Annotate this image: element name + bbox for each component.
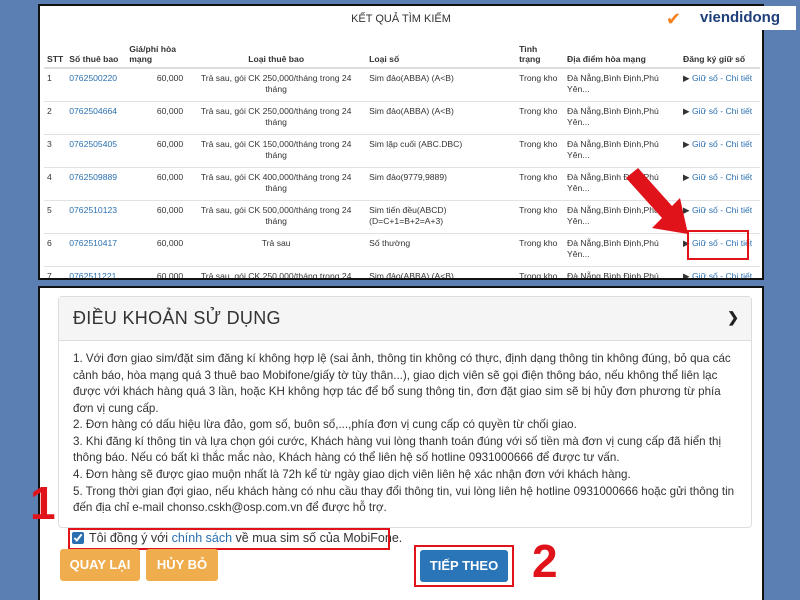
cell-phone[interactable]: 0762510123 (66, 199, 127, 233)
logo-mark-icon: ✔ (666, 9, 682, 30)
cell-status: Trong kho (516, 100, 565, 134)
cell-phone[interactable]: 0762511221 (66, 265, 127, 278)
register-link[interactable]: Giữ số - Chi tiết (692, 205, 752, 215)
red-arrow-icon (626, 168, 688, 234)
cell-phone[interactable]: 0762500220 (66, 67, 127, 101)
step-number-1: 1 (30, 477, 56, 529)
cell-location: Đà Nẵng,Bình Định,Phú Yên... (564, 133, 680, 167)
play-triangle-icon: ▶ (683, 105, 692, 116)
cell-type: Sim tiến đều(ABCD) (D=C+1=B+2=A+3) (366, 199, 517, 233)
table-row: 7 0762511221 60,000 Trả sau, gói CK 250,000… (44, 265, 760, 280)
table-row: 1 0762500220 60,000 Trả sau, gói CK 250,000… (44, 67, 760, 101)
terms-body: 1. Với đơn giao sim/đặt sim đăng kí khôn… (59, 341, 751, 527)
cell-phone[interactable]: 0762510417 (66, 232, 127, 266)
col-stt: STT (44, 34, 67, 69)
back-button[interactable]: QUAY LẠI (60, 549, 140, 581)
col-price: Giá/phí hòa mạng (126, 34, 187, 69)
highlight-register-box (687, 230, 749, 260)
cell-type: Sim đảo(ABBA) (A<B) (366, 67, 517, 101)
cell-phone[interactable]: 0762504664 (66, 100, 127, 134)
cell-location: Đà Nẵng,Bình Định,Phú Yên... (564, 100, 680, 134)
cell-status: Trong kho (516, 265, 565, 278)
cell-register: ▶ Giữ số - Chi tiết (680, 133, 760, 167)
cell-type: Số thường (366, 232, 517, 266)
cell-price: 60,000 (126, 67, 187, 101)
cell-register: ▶ Giữ số - Chi tiết (680, 100, 760, 134)
cell-stt: 4 (44, 166, 67, 200)
cell-status: Trong kho (516, 67, 565, 101)
col-register: Đăng ký giữ số (680, 34, 760, 69)
terms-title: ĐIỀU KHOẢN SỬ DỤNG (73, 308, 281, 328)
cell-type: Sim lặp cuối (ABC.DBC) (366, 133, 517, 167)
register-link[interactable]: Giữ số - Chi tiết (692, 139, 752, 149)
cancel-button[interactable]: HỦY BỎ (146, 549, 218, 581)
play-triangle-icon: ▶ (683, 73, 692, 83)
cell-type: Sim đảo(9779,9889) (366, 166, 517, 200)
col-phone: Số thuê bao (66, 34, 127, 69)
cell-price: 60,000 (126, 100, 187, 134)
cell-status: Trong kho (516, 232, 565, 266)
terms-card: ĐIỀU KHOẢN SỬ DỤNG ❯ 1. Với đơn giao sim… (58, 296, 752, 528)
table-row: 2 0762504664 60,000 Trả sau, gói CK 250,000… (44, 100, 760, 134)
cell-plan: Trả sau, gói CK 400,000/tháng trong 24 t… (186, 166, 367, 200)
register-link[interactable]: Giữ số - Chi tiết (692, 172, 752, 182)
cell-plan: Trả sau, gói CK 250,000/tháng trong 24 t… (186, 265, 367, 278)
cell-plan: Trả sau, gói CK 250,000/tháng trong 24 t… (186, 100, 367, 134)
play-triangle-icon: ▶ (683, 270, 692, 280)
cell-location: Đà Nẵng,Bình Định,Phú Yên... (564, 67, 680, 101)
cell-phone[interactable]: 0762505405 (66, 133, 127, 167)
cell-location: Đà Nẵng,Bình Định,Phú Yên... (564, 265, 680, 278)
cell-register: ▶ Giữ số - Chi tiết (680, 199, 760, 233)
terms-item: 5. Trong thời gian đợi giao, nếu khách h… (73, 484, 735, 515)
results-header-row: STT Số thuê bao Giá/phí hòa mạng Loại th… (44, 34, 760, 69)
play-triangle-icon: ▶ (683, 138, 692, 149)
register-link[interactable]: Giữ số - Chi tiết (692, 73, 752, 83)
terms-item: 2. Đơn hàng có dấu hiệu lừa đảo, gom số,… (73, 418, 577, 432)
terms-item: 3. Khi đăng kí thông tin và lựa chọn gói… (73, 434, 722, 465)
search-results-panel: KẾT QUẢ TÌM KIẾM STT Số thuê bao Giá/phí… (38, 4, 764, 280)
step-number-2: 2 (532, 535, 558, 587)
cell-type: Sim đảo(ABBA) (A<B) (366, 100, 517, 134)
terms-item: 1. Với đơn giao sim/đặt sim đăng kí khôn… (73, 352, 731, 415)
cell-register: ▶ Giữ số - Chi tiết (680, 166, 760, 200)
results-table: STT Số thuê bao Giá/phí hòa mạng Loại th… (44, 34, 760, 280)
results-title: KẾT QUẢ TÌM KIẾM (351, 13, 451, 25)
register-link[interactable]: Giữ số - Chi tiết (692, 106, 752, 116)
cell-register: ▶ Giữ số - Chi tiết (680, 67, 760, 101)
cell-price: 60,000 (126, 232, 187, 266)
cell-stt: 7 (44, 265, 67, 278)
cell-status: Trong kho (516, 199, 565, 233)
cell-type: Sim đảo(ABBA) (A<B) (366, 265, 517, 278)
col-status: Tình trạng (516, 34, 565, 69)
logo-text: viendidong (700, 9, 780, 26)
highlight-agree-box (68, 528, 390, 550)
cell-stt: 2 (44, 100, 67, 134)
cell-price: 60,000 (126, 265, 187, 278)
cell-stt: 1 (44, 67, 67, 101)
cell-price: 60,000 (126, 199, 187, 233)
cell-status: Trong kho (516, 133, 565, 167)
cell-stt: 6 (44, 232, 67, 266)
col-type: Loại số (366, 34, 517, 69)
col-location: Địa điểm hòa mạng (564, 34, 680, 69)
cell-plan: Trả sau, gói CK 150,000/tháng trong 24 t… (186, 133, 367, 167)
register-link[interactable]: Giữ số - Chi tiết (692, 271, 752, 279)
col-plan: Loại thuê bao (186, 34, 367, 69)
highlight-next-box (414, 545, 514, 587)
cell-stt: 5 (44, 199, 67, 233)
table-row: 3 0762505405 60,000 Trả sau, gói CK 150,000… (44, 133, 760, 167)
chevron-down-icon[interactable]: ❯ (727, 309, 739, 326)
cell-phone[interactable]: 0762509889 (66, 166, 127, 200)
cell-price: 60,000 (126, 133, 187, 167)
terms-item: 4. Đơn hàng sẽ được giao muộn nhất là 72… (73, 468, 631, 482)
site-logo: ✔ viendidong (662, 6, 796, 30)
terms-header[interactable]: ĐIỀU KHOẢN SỬ DỤNG ❯ (59, 297, 751, 341)
cell-plan: Trả sau, gói CK 500,000/tháng trong 24 t… (186, 199, 367, 233)
cell-stt: 3 (44, 133, 67, 167)
cell-register: ▶ Giữ số - Chi tiết (680, 265, 760, 280)
cell-price: 60,000 (126, 166, 187, 200)
cell-plan: Trả sau, gói CK 250,000/tháng trong 24 t… (186, 67, 367, 101)
cell-status: Trong kho (516, 166, 565, 200)
cell-plan: Trả sau (186, 232, 367, 266)
